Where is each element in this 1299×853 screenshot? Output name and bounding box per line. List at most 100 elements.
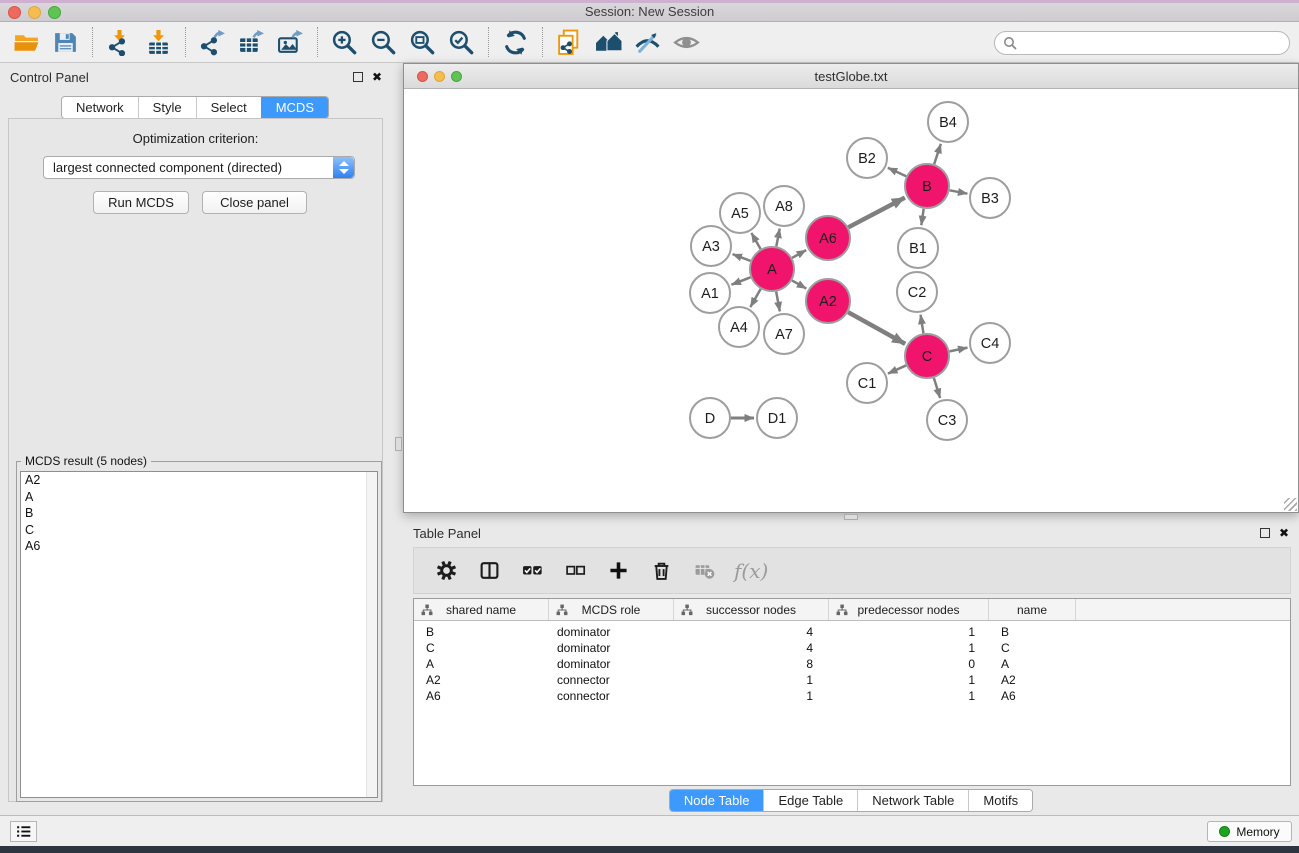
table-row[interactable]: Bdominator41B [414, 624, 1290, 640]
table-cell[interactable]: A [414, 656, 549, 672]
close-panel-icon[interactable]: ✖ [372, 71, 382, 83]
column-header-shared-name[interactable]: shared name [414, 599, 549, 620]
table-cell[interactable]: connector [549, 688, 674, 704]
zoom-selected-button[interactable] [445, 26, 477, 58]
table-cell[interactable]: A [989, 656, 1076, 672]
search-box[interactable] [994, 31, 1290, 55]
edge-A-A6[interactable] [792, 250, 806, 258]
edge-A-A3[interactable] [733, 254, 751, 261]
select-all-button[interactable] [519, 558, 545, 584]
mcds-result-item[interactable]: A6 [21, 538, 377, 555]
table-cell[interactable]: A6 [414, 688, 549, 704]
import-network-button[interactable] [103, 26, 135, 58]
mcds-result-list[interactable]: A2ABCA6 [20, 471, 378, 798]
search-input[interactable] [1017, 33, 1289, 53]
show-panels-button[interactable] [10, 821, 37, 842]
memory-button[interactable]: Memory [1207, 821, 1292, 842]
table-cell[interactable]: B [414, 624, 549, 640]
tab-network-table[interactable]: Network Table [857, 790, 968, 811]
network-canvas[interactable]: AA1A2A3A4A5A6A7A8BB1B2B3B4CC1C2C3C4DD1 [404, 89, 1298, 512]
table-cell[interactable]: dominator [549, 624, 674, 640]
home-view-button[interactable] [592, 26, 624, 58]
column-header-successor-nodes[interactable]: successor nodes [674, 599, 829, 620]
table-cell[interactable]: 1 [829, 624, 989, 640]
hide-graphics-details-button[interactable] [631, 26, 663, 58]
function-button[interactable]: f(x) [734, 558, 768, 584]
table-cell[interactable]: B [989, 624, 1076, 640]
table-cell[interactable]: 1 [829, 640, 989, 656]
criterion-dropdown[interactable]: largest connected component (directed) [43, 156, 355, 179]
gear-button[interactable] [433, 558, 459, 584]
column-header-MCDS-role[interactable]: MCDS role [549, 599, 674, 620]
table-cell[interactable]: 1 [829, 672, 989, 688]
table-row[interactable]: A6connector11A6 [414, 688, 1290, 704]
vertical-divider-grip[interactable] [395, 437, 402, 451]
table-cell[interactable]: dominator [549, 656, 674, 672]
table-cell[interactable]: C [414, 640, 549, 656]
import-table-button[interactable] [142, 26, 174, 58]
table-cell[interactable]: A2 [989, 672, 1076, 688]
table-cell[interactable]: connector [549, 672, 674, 688]
edge-B-B4[interactable] [934, 144, 941, 164]
close-panel-button[interactable]: Close panel [202, 191, 307, 214]
table-cell[interactable]: 4 [674, 624, 829, 640]
table-cell[interactable]: A2 [414, 672, 549, 688]
zoom-out-button[interactable] [367, 26, 399, 58]
refresh-layout-button[interactable] [499, 26, 531, 58]
float-panel-icon[interactable] [353, 72, 363, 82]
edge-A-A2[interactable] [792, 280, 806, 288]
edge-A6-B[interactable] [848, 198, 905, 228]
table-cell[interactable]: 4 [674, 640, 829, 656]
export-network-button[interactable] [196, 26, 228, 58]
edge-C-C1[interactable] [888, 365, 906, 373]
table-cell[interactable]: 0 [829, 656, 989, 672]
tab-network[interactable]: Network [62, 97, 138, 118]
tab-motifs[interactable]: Motifs [968, 790, 1032, 811]
export-image-button[interactable] [274, 26, 306, 58]
network-window-titlebar[interactable]: testGlobe.txt [404, 64, 1298, 89]
table-cell[interactable]: 1 [674, 688, 829, 704]
tab-style[interactable]: Style [138, 97, 196, 118]
float-table-panel-icon[interactable] [1260, 528, 1270, 538]
window-resize-grip[interactable] [1284, 498, 1297, 511]
table-cell[interactable]: 8 [674, 656, 829, 672]
mcds-result-item[interactable]: A2 [21, 472, 377, 489]
birdseye-view-button[interactable] [670, 26, 702, 58]
tab-mcds[interactable]: MCDS [261, 97, 328, 118]
network-graph[interactable]: AA1A2A3A4A5A6A7A8BB1B2B3B4CC1C2C3C4DD1 [404, 89, 1298, 512]
table-row[interactable]: Cdominator41C [414, 640, 1290, 656]
table-row[interactable]: Adominator80A [414, 656, 1290, 672]
add-button[interactable] [605, 558, 631, 584]
table-row[interactable]: A2connector11A2 [414, 672, 1290, 688]
edge-A-A7[interactable] [776, 292, 780, 312]
tab-node-table[interactable]: Node Table [670, 790, 764, 811]
table-cell[interactable]: A6 [989, 688, 1076, 704]
edge-C-C4[interactable] [950, 348, 968, 352]
run-mcds-button[interactable]: Run MCDS [93, 191, 189, 214]
edge-A-A8[interactable] [776, 229, 779, 247]
column-header-name[interactable]: name [989, 599, 1076, 620]
column-header-predecessor-nodes[interactable]: predecessor nodes [829, 599, 989, 620]
trash-button[interactable] [648, 558, 674, 584]
edge-B-B2[interactable] [888, 168, 906, 177]
close-table-panel-icon[interactable]: ✖ [1279, 527, 1289, 539]
deselect-all-button[interactable] [562, 558, 588, 584]
edge-C-C3[interactable] [934, 378, 940, 398]
zoom-fit-button[interactable] [406, 26, 438, 58]
zoom-in-button[interactable] [328, 26, 360, 58]
columns-button[interactable] [476, 558, 502, 584]
clear-table-button[interactable] [691, 558, 717, 584]
table-cell[interactable]: 1 [674, 672, 829, 688]
edge-C-C2[interactable] [921, 315, 924, 334]
table-cell[interactable]: 1 [829, 688, 989, 704]
edge-B-B1[interactable] [921, 209, 923, 225]
list-scrollbar-track[interactable] [366, 472, 377, 797]
tab-edge-table[interactable]: Edge Table [763, 790, 857, 811]
export-table-button[interactable] [235, 26, 267, 58]
table-cell[interactable]: C [989, 640, 1076, 656]
mcds-result-item[interactable]: B [21, 505, 377, 522]
edge-A-A5[interactable] [751, 233, 760, 249]
edge-A-A1[interactable] [731, 277, 750, 284]
edge-A2-C[interactable] [848, 312, 905, 344]
duplicate-network-button[interactable] [553, 26, 585, 58]
